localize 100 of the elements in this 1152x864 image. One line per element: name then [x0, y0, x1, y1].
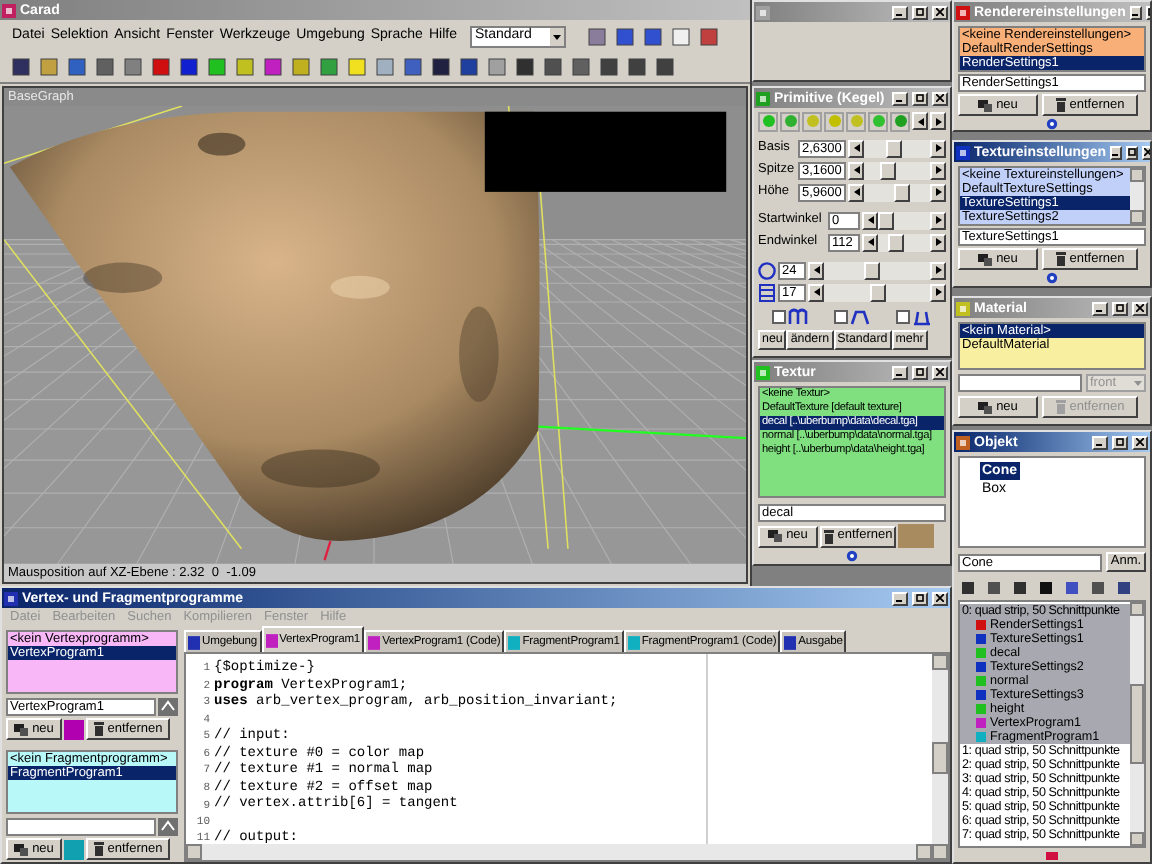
toolbar-button[interactable]: [612, 24, 637, 48]
left-arrow-icon: [853, 188, 859, 196]
minimize-button[interactable]: [1110, 145, 1122, 159]
toolbar-button[interactable]: [456, 55, 480, 79]
trash-icon: [1055, 400, 1066, 414]
monitor-icon: [14, 843, 29, 855]
compile-icon[interactable]: [158, 698, 178, 716]
right-arrow-icon: [935, 216, 941, 224]
checkbox[interactable]: [896, 310, 911, 324]
scroll-left-button[interactable]: [912, 112, 928, 130]
monitor-icon: [768, 530, 783, 542]
toolbar-button[interactable]: [568, 55, 592, 79]
scroll-right-button[interactable]: [930, 183, 946, 201]
monitor-icon: [978, 253, 993, 265]
name-field[interactable]: [6, 818, 156, 836]
name-field[interactable]: [958, 374, 1082, 392]
maximize-icon: [1116, 304, 1124, 312]
slider-thumb[interactable]: [864, 261, 881, 279]
close-icon: [936, 94, 944, 102]
scroll-left-button[interactable]: [848, 183, 864, 201]
toolbar-button[interactable]: [148, 55, 172, 79]
left-arrow-icon: [813, 288, 819, 296]
scroll-right-button[interactable]: [930, 161, 946, 179]
minimize-button[interactable]: [892, 5, 908, 19]
circle-icon: [758, 261, 776, 279]
maximize-button[interactable]: [1126, 145, 1138, 159]
trash-icon: [93, 842, 104, 856]
right-arrow-icon: [935, 117, 941, 125]
checkbox[interactable]: [771, 310, 786, 324]
minimize-icon: [896, 594, 904, 602]
scroll-right-button[interactable]: [930, 211, 946, 229]
toolbar-button[interactable]: [64, 55, 88, 79]
toolbar-button[interactable]: [92, 55, 116, 79]
scroll-left-button[interactable]: [808, 283, 824, 301]
close-icon: [936, 594, 944, 602]
toolbar-button[interactable]: [176, 55, 200, 79]
trash-icon: [93, 722, 104, 736]
scroll-left-button[interactable]: [848, 161, 864, 179]
scroll-right-button[interactable]: [930, 233, 946, 251]
scroll-right-button[interactable]: [930, 112, 946, 130]
minimize-button[interactable]: [1092, 435, 1108, 449]
right-arrow-icon: [935, 238, 941, 246]
toolbar-button[interactable]: [640, 24, 665, 48]
maximize-icon: [1128, 148, 1136, 156]
left-arrow-icon: [917, 117, 923, 125]
right-arrow-icon: [935, 266, 941, 274]
checkbox[interactable]: [833, 310, 848, 324]
right-arrow-icon: [935, 144, 941, 152]
toolbar-button[interactable]: [428, 55, 452, 79]
slider-thumb[interactable]: [888, 233, 905, 251]
toolbar-button[interactable]: [8, 55, 32, 79]
compile-icon[interactable]: [158, 818, 178, 836]
minimize-button[interactable]: [1129, 5, 1142, 19]
maximize-icon: [916, 594, 924, 602]
left-arrow-icon: [853, 166, 859, 174]
minimize-icon: [896, 368, 904, 376]
scroll-right-button[interactable]: [930, 283, 946, 301]
toolbar-button[interactable]: [512, 55, 536, 79]
maximize-icon: [916, 368, 924, 376]
status-icon: [1046, 851, 1058, 859]
stacked-lines-icon: [758, 283, 776, 301]
close-icon: [1136, 438, 1144, 446]
trash-icon: [823, 529, 834, 543]
window-icon: [956, 435, 970, 449]
scroll-right-button[interactable]: [930, 139, 946, 157]
maximize-icon: [916, 94, 924, 102]
slider-thumb[interactable]: [869, 283, 885, 301]
texture-thumbnail: [898, 524, 934, 548]
maximize-icon: [1116, 438, 1124, 446]
slider-thumb[interactable]: [879, 161, 895, 179]
monitor-icon: [978, 401, 993, 413]
minimize-button[interactable]: [892, 591, 908, 605]
window-icon: [956, 145, 970, 159]
monitor-icon: [14, 723, 29, 735]
slider-thumb[interactable]: [886, 139, 903, 157]
slider-thumb[interactable]: [878, 211, 894, 229]
window-icon: [2, 3, 16, 17]
minimize-icon: [1112, 148, 1120, 156]
minimize-button[interactable]: [892, 365, 908, 379]
toolbar-button[interactable]: [596, 55, 620, 79]
scroll-right-button[interactable]: [930, 261, 946, 279]
slider-thumb[interactable]: [894, 183, 910, 201]
minimize-button[interactable]: [892, 91, 908, 105]
scroll-left-button[interactable]: [848, 139, 864, 157]
scroll-left-button[interactable]: [862, 211, 878, 229]
scroll-left-button[interactable]: [808, 261, 824, 279]
window-icon: [756, 5, 770, 19]
left-arrow-icon: [813, 266, 819, 274]
close-icon: [936, 368, 944, 376]
arches-icon: [787, 308, 808, 326]
toolbar-button[interactable]: [540, 55, 564, 79]
scroll-left-button[interactable]: [862, 233, 878, 251]
close-icon: [936, 8, 944, 16]
close-icon: [1144, 148, 1150, 156]
toolbar-button[interactable]: [652, 55, 676, 79]
window-icon: [956, 5, 970, 19]
toolbar-button[interactable]: [624, 55, 648, 79]
minimize-button[interactable]: [1092, 301, 1108, 315]
trash-icon: [1055, 98, 1066, 112]
arch-icon: [849, 308, 870, 326]
